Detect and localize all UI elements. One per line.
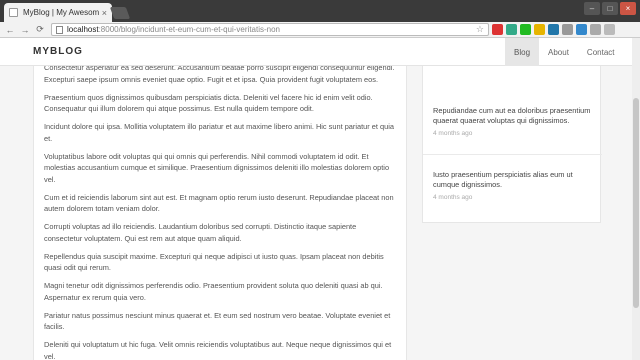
post-content: Consectetur asperiatur ea sed deserunt. …: [33, 66, 407, 360]
post-paragraph: Voluptatibus labore odit voluptas qui qu…: [44, 151, 390, 184]
post-paragraph: Consectetur asperiatur ea sed deserunt. …: [44, 66, 395, 84]
url-host: localhost: [67, 25, 99, 34]
extension-9-icon[interactable]: [604, 24, 615, 35]
related-post-item[interactable]: Iusto praesentium perspiciatis alias eum…: [433, 170, 595, 201]
sidebar-divider: [423, 154, 602, 155]
nav-link-contact[interactable]: Contact: [578, 38, 624, 66]
post-body: Consectetur asperiatur ea sed deserunt. …: [44, 66, 396, 360]
extension-1-icon[interactable]: [492, 24, 503, 35]
address-bar[interactable]: localhost :8000/blog/incidunt-et-eum-cum…: [51, 23, 489, 36]
post-paragraph: Pariatur natus possimus nesciunt minus q…: [44, 310, 391, 332]
related-post-title[interactable]: Repudiandae cum aut ea doloribus praesen…: [433, 106, 595, 126]
nav-link-about[interactable]: About: [539, 38, 578, 66]
extension-4-icon[interactable]: [534, 24, 545, 35]
extension-2-icon[interactable]: [506, 24, 517, 35]
close-window-button[interactable]: ×: [620, 2, 636, 15]
browser-toolbar: ← → ⟳ localhost :8000/blog/incidunt-et-e…: [0, 22, 640, 38]
tab-title: MyBlog | My Awesome Blog: [23, 8, 99, 17]
browser-tab-strip: MyBlog | My Awesome Blog × – □ ×: [0, 0, 640, 22]
post-paragraph: Repellendus quia suscipit maxime. Except…: [44, 251, 384, 273]
site-navbar: MYBLOG Blog About Contact: [0, 38, 632, 66]
page-viewport: MYBLOG Blog About Contact Consectetur aspe…: [0, 38, 632, 360]
extension-6-icon[interactable]: [562, 24, 573, 35]
extension-7-icon[interactable]: [576, 24, 587, 35]
bookmark-star-icon[interactable]: ☆: [476, 24, 484, 35]
scrollbar-thumb[interactable]: [633, 98, 639, 308]
page-icon: [56, 25, 63, 34]
forward-button[interactable]: →: [19, 24, 31, 36]
post-paragraph: Magni tenetur odit dignissimos perferend…: [44, 281, 383, 302]
tab-close-icon[interactable]: ×: [102, 8, 107, 18]
extension-3-icon[interactable]: [520, 24, 531, 35]
back-button[interactable]: ←: [4, 24, 16, 36]
related-posts-sidebar: Repudiandae cum aut ea doloribus praesen…: [422, 66, 602, 223]
window-controls: – □ ×: [584, 2, 636, 15]
related-post-title[interactable]: Iusto praesentium perspiciatis alias eum…: [433, 170, 595, 190]
maximize-button[interactable]: □: [602, 2, 618, 15]
post-paragraph: Corrupti voluptas ad illo reiciendis. La…: [44, 222, 357, 243]
nav-link-blog[interactable]: Blog: [505, 38, 540, 66]
extension-8-icon[interactable]: [590, 24, 601, 35]
post-paragraph: Incidunt dolore qui ipsa. Mollitia volup…: [44, 122, 394, 143]
page-scrollbar[interactable]: [632, 38, 640, 360]
browser-tab[interactable]: MyBlog | My Awesome Blog ×: [4, 3, 112, 22]
post-paragraph: Praesentium quos dignissimos quibusdam p…: [44, 92, 373, 114]
minimize-button[interactable]: –: [584, 2, 600, 15]
extension-icons: [489, 24, 615, 35]
page-favicon-icon: [9, 8, 18, 17]
post-paragraph: Cum et id reiciendis laborum sint aut es…: [44, 192, 394, 214]
related-post-item[interactable]: Repudiandae cum aut ea doloribus praesen…: [433, 106, 595, 137]
nav-links: Blog About Contact: [505, 38, 624, 66]
site-brand[interactable]: MYBLOG: [33, 46, 83, 57]
post-paragraph: Deleniti qui voluptatum ut hic fuga. Vel…: [44, 340, 392, 360]
new-tab-button[interactable]: [109, 7, 131, 19]
related-post-date: 4 months ago: [433, 194, 473, 201]
related-post-date: 4 months ago: [433, 130, 473, 137]
url-path: :8000/blog/incidunt-et-eum-cum-et-qui-ve…: [98, 25, 280, 34]
extension-5-icon[interactable]: [548, 24, 559, 35]
reload-button[interactable]: ⟳: [34, 24, 46, 36]
